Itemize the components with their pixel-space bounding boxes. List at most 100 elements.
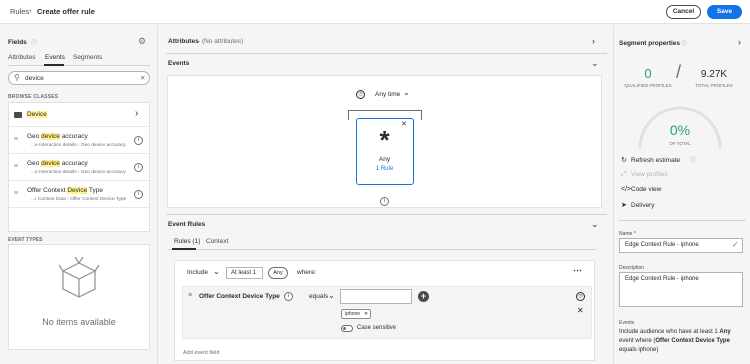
active-tab-indicator [172, 248, 196, 250]
attributes-subtitle: - (No attributes) [198, 38, 244, 45]
total-profiles-count: 9.27K [700, 69, 728, 80]
delivery-button[interactable]: ➤ Delivery [621, 201, 654, 209]
clock-icon: ◷ [356, 90, 365, 99]
chevron-down-icon[interactable]: ⌄ [591, 219, 599, 230]
clock-icon[interactable]: ◷ [576, 292, 585, 301]
time-filter-label: Any time [375, 91, 401, 98]
value-tag[interactable]: iphone ✕ [341, 309, 371, 319]
active-tab-indicator [44, 64, 64, 66]
close-icon[interactable]: ✕ [577, 306, 584, 315]
condition-field-label: Offer Context Device Type [199, 293, 280, 300]
gear-icon[interactable]: ⚙ [138, 36, 146, 47]
divider [166, 214, 607, 215]
info-icon[interactable]: i [134, 136, 143, 145]
drag-handle-icon[interactable]: ≡ [14, 163, 18, 170]
name-value: Edge Context Rule - iphone [625, 242, 699, 248]
events-summary-label: Events [619, 320, 635, 326]
list-item[interactable]: ≡ Offer Context Device Type ...r Context… [9, 182, 149, 208]
case-sensitive-toggle[interactable] [341, 325, 353, 332]
qualified-profiles-label: QUALIFIED PROFILES [624, 83, 672, 88]
empty-box-icon [59, 257, 99, 298]
class-list: Device › ≡ Geo device accuracy ...e Inte… [8, 102, 150, 232]
tabs-divider [168, 249, 596, 250]
toggle-knob [343, 327, 346, 330]
info-icon[interactable]: i [284, 292, 293, 301]
description-label: Description [619, 265, 645, 271]
timeline-bracket [348, 110, 349, 120]
tab-rules[interactable]: Rules (1) [174, 238, 200, 245]
list-item-device-folder[interactable]: Device › [9, 103, 149, 127]
info-icon[interactable]: i [134, 163, 143, 172]
segment-properties-title: Segment properties [619, 40, 681, 47]
chevron-right-icon: › [135, 108, 139, 119]
cancel-button[interactable]: Cancel [666, 5, 701, 19]
browse-classes-label: BROWSE CLASSES [8, 94, 59, 100]
tab-segments[interactable]: Segments [73, 54, 102, 61]
more-icon[interactable]: ⋯ [573, 265, 582, 276]
tab-attributes[interactable]: Attributes [8, 54, 35, 61]
list-item-path: ...r Context Data › Offer Context Device… [31, 197, 127, 202]
tab-context[interactable]: Context [206, 238, 228, 245]
refresh-estimate-button[interactable]: ↻ Refresh estimate [621, 156, 680, 164]
total-profiles-label: TOTAL PROFILES [695, 83, 733, 88]
chevron-right-icon[interactable]: › [738, 37, 741, 47]
add-event-field-link[interactable]: Add event field [183, 350, 219, 356]
chevron-right-icon[interactable]: › [592, 36, 595, 46]
event-card-rules-link[interactable]: 1 Rule [357, 166, 412, 172]
timeline-bracket [421, 110, 422, 120]
at-least-field[interactable]: At least 1 [226, 267, 263, 279]
info-icon[interactable]: i [380, 197, 389, 206]
code-view-button[interactable]: </>Code view [621, 186, 661, 193]
name-field[interactable]: Edge Context Rule - iphone ✓ [619, 238, 743, 253]
divider [166, 53, 607, 54]
divider-slash: / [676, 62, 682, 82]
tab-events[interactable]: Events [45, 54, 65, 61]
asterisk-icon: * [379, 125, 390, 155]
drag-handle-icon[interactable]: ≡ [14, 136, 18, 143]
chevron-down-icon: ⌄ [403, 88, 410, 97]
info-icon[interactable]: ⓘ [681, 39, 687, 48]
list-item[interactable]: ≡ Geo device accuracy ...e Interaction d… [9, 128, 149, 154]
condition-row: ≡ Offer Context Device Type i equals ⌄ +… [182, 286, 592, 339]
any-toggle[interactable]: Any [268, 267, 288, 279]
chevron-down-icon[interactable]: ⌄ [213, 267, 220, 276]
add-value-button[interactable]: + [418, 291, 429, 302]
event-types-list: No items available [8, 244, 150, 350]
timeline-bracket [348, 110, 422, 111]
list-item-path: ...e Interaction details › Geo device ac… [31, 143, 126, 148]
event-types-label: EVENT TYPES [8, 237, 43, 243]
delivery-icon: ➤ [621, 202, 627, 209]
save-button[interactable]: Save [707, 5, 742, 19]
search-input[interactable] [25, 74, 135, 83]
drag-handle-icon[interactable]: ≡ [188, 292, 192, 299]
value-input[interactable] [340, 289, 412, 304]
list-item[interactable]: ≡ Geo device accuracy ...e Interaction d… [9, 155, 149, 181]
info-icon[interactable]: ⓘ [690, 155, 696, 164]
folder-icon [14, 112, 22, 118]
operator-dropdown[interactable]: equals [309, 293, 328, 300]
refresh-icon: ↻ [621, 157, 627, 164]
description-field[interactable]: Edge Context Rule - iphone [619, 272, 743, 307]
info-icon[interactable]: i [134, 190, 143, 199]
search-field[interactable]: ⚲ ✕ [8, 71, 150, 85]
case-sensitive-label: Case sensitive [357, 325, 397, 331]
view-profiles-button[interactable]: ⤢ View profiles [621, 171, 668, 179]
close-icon[interactable]: ✕ [364, 310, 368, 318]
percent-label: OF TOTAL [669, 141, 691, 146]
events-summary: Include audience who have at least 1 Any… [619, 329, 731, 353]
events-canvas: ◷ Any time ⌄ ✕ * Any 1 Rule i [167, 75, 602, 208]
list-item-path: ...e Interaction details › Geo device ac… [31, 170, 126, 175]
event-card[interactable]: ✕ * Any 1 Rule [356, 118, 414, 185]
top-bar: Rules › Create offer rule Cancel Save [0, 0, 750, 24]
clear-icon[interactable]: ✕ [140, 74, 145, 82]
rule-container: Include ⌄ At least 1 Any where: ⋯ ≡ Offe… [174, 260, 595, 361]
where-label: where: [297, 269, 317, 276]
page-title: Create offer rule [37, 7, 95, 16]
chevron-down-icon[interactable]: ⌄ [328, 291, 335, 300]
breadcrumb-rules[interactable]: Rules [10, 7, 29, 16]
info-icon[interactable]: ⓘ [31, 38, 37, 47]
attributes-section-title: Attributes [168, 38, 199, 45]
include-dropdown[interactable]: Include [187, 269, 208, 276]
chevron-down-icon[interactable]: ⌄ [591, 58, 599, 69]
drag-handle-icon[interactable]: ≡ [14, 190, 18, 197]
